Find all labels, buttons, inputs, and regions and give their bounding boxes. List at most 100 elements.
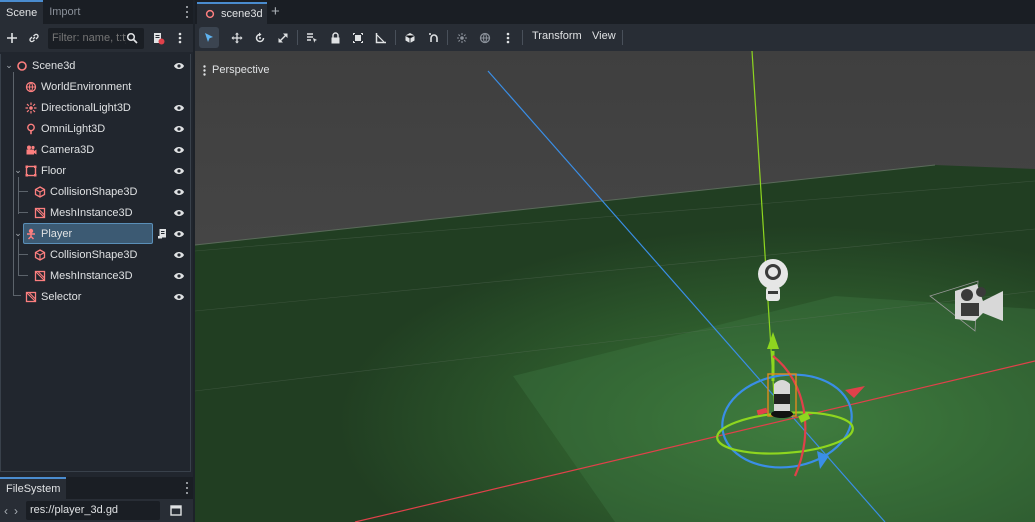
preview-environment-button[interactable] xyxy=(475,27,495,48)
tree-item-meshinstance3d[interactable]: MeshInstance3D xyxy=(1,265,190,286)
tree-item-label: Floor xyxy=(41,164,67,177)
mesh-instance-icon xyxy=(34,207,46,219)
transform-menu[interactable]: Transform xyxy=(532,30,582,42)
3d-viewport[interactable]: Perspective xyxy=(195,51,1035,522)
rotate-icon xyxy=(255,32,265,42)
perspective-menu[interactable]: Perspective xyxy=(203,61,269,79)
visibility-eye-icon[interactable] xyxy=(173,229,185,239)
tree-item-floor[interactable]: ⌄ Floor xyxy=(1,160,190,181)
dock-menu-icon[interactable] xyxy=(185,482,189,494)
tree-item-label: DirectionalLight3D xyxy=(41,101,131,114)
visibility-eye-icon[interactable] xyxy=(173,61,185,71)
local-space-button[interactable] xyxy=(400,27,420,48)
tree-item-collisionshape3d[interactable]: CollisionShape3D xyxy=(1,181,190,202)
viewport-toolbar: Transform View xyxy=(195,24,1035,51)
snap-icon xyxy=(429,32,438,42)
tree-item-label: Scene3d xyxy=(32,59,76,72)
tree-item-label: Camera3D xyxy=(41,143,95,156)
scene-toolbar xyxy=(0,24,193,52)
move-icon xyxy=(231,32,243,43)
back-arrow-icon[interactable]: ‹ xyxy=(4,504,8,518)
tab-scene[interactable]: Scene xyxy=(0,0,44,24)
move-mode-button[interactable] xyxy=(227,27,247,48)
collapse-arrow-icon[interactable]: ⌄ xyxy=(5,60,13,71)
node3d-icon xyxy=(17,61,27,71)
scale-mode-button[interactable] xyxy=(273,27,293,48)
visibility-eye-icon[interactable] xyxy=(173,187,185,197)
mesh-instance-icon xyxy=(34,270,46,282)
toggle-split-icon[interactable] xyxy=(170,505,182,516)
tree-item-player[interactable]: ⌄ Player xyxy=(1,223,190,244)
dock-menu-icon[interactable] xyxy=(185,6,189,18)
visibility-eye-icon[interactable] xyxy=(173,208,185,218)
ruler-icon xyxy=(375,32,386,43)
instance-scene-button[interactable] xyxy=(24,27,44,49)
environment-menu-button[interactable] xyxy=(498,27,518,48)
tree-item-label: WorldEnvironment xyxy=(41,80,132,93)
preview-sun-button[interactable] xyxy=(452,27,472,48)
tree-item-label: Selector xyxy=(41,290,82,303)
tree-guide-line xyxy=(18,275,28,276)
visibility-eye-icon[interactable] xyxy=(173,292,185,302)
view-menu[interactable]: View xyxy=(592,30,616,42)
script-icon xyxy=(153,32,164,44)
tab-filesystem[interactable]: FileSystem xyxy=(0,477,67,499)
add-tab-button[interactable]: + xyxy=(271,3,280,20)
visibility-eye-icon[interactable] xyxy=(173,250,185,260)
tree-item-meshinstance3d[interactable]: MeshInstance3D xyxy=(1,202,190,223)
list-select-button[interactable] xyxy=(302,27,322,48)
visibility-eye-icon[interactable] xyxy=(173,103,185,113)
tree-item-directionallight3d[interactable]: DirectionalLight3D xyxy=(1,97,190,118)
tree-item-label: MeshInstance3D xyxy=(50,206,133,219)
tree-item-camera3d[interactable]: Camera3D xyxy=(1,139,190,160)
tree-item-label: CollisionShape3D xyxy=(50,248,138,261)
toolbar-separator xyxy=(522,30,523,45)
add-node-button[interactable] xyxy=(2,27,22,49)
collapse-arrow-icon[interactable]: ⌄ xyxy=(14,165,22,176)
filesystem-dock-tabs: FileSystem xyxy=(0,477,193,499)
open-script-icon[interactable] xyxy=(157,228,168,239)
scene-menu-button[interactable] xyxy=(170,27,190,49)
tree-item-label: MeshInstance3D xyxy=(50,269,133,282)
visibility-eye-icon[interactable] xyxy=(173,271,185,281)
group-button[interactable] xyxy=(348,27,368,48)
toolbar-separator xyxy=(297,30,298,45)
tab-import[interactable]: Import xyxy=(43,0,86,24)
kebab-menu-icon xyxy=(178,32,182,44)
tab-scene3d[interactable]: scene3d xyxy=(197,2,267,24)
ruler-button[interactable] xyxy=(371,27,391,48)
static-body-icon xyxy=(25,165,37,177)
collision-shape-icon xyxy=(34,186,46,198)
rotate-mode-button[interactable] xyxy=(250,27,270,48)
lock-button[interactable] xyxy=(325,27,345,48)
tree-guide-line xyxy=(18,191,28,192)
tree-item-omnilight3d[interactable]: OmniLight3D xyxy=(1,118,190,139)
toolbar-separator xyxy=(395,30,396,45)
tree-item-worldenvironment[interactable]: WorldEnvironment xyxy=(1,76,190,97)
tree-item-selector[interactable]: Selector xyxy=(1,286,190,307)
collapse-arrow-icon[interactable]: ⌄ xyxy=(14,228,22,239)
forward-arrow-icon[interactable]: › xyxy=(14,504,18,518)
visibility-eye-icon[interactable] xyxy=(173,145,185,155)
omni-light-icon xyxy=(27,123,35,135)
sun-icon xyxy=(457,32,467,43)
select-mode-button[interactable] xyxy=(199,27,219,48)
character-body-icon xyxy=(27,228,35,240)
path-field[interactable]: res://player_3d.gd xyxy=(26,501,160,520)
collision-shape-icon xyxy=(34,249,46,261)
main-editor: scene3d + Transform View Perspective xyxy=(195,0,1035,522)
tree-item-collisionshape3d[interactable]: CollisionShape3D xyxy=(1,244,190,265)
tab-label: scene3d xyxy=(221,8,263,20)
visibility-eye-icon[interactable] xyxy=(173,124,185,134)
list-select-icon xyxy=(307,32,317,43)
filter-field[interactable] xyxy=(48,27,144,49)
directional-light-icon xyxy=(25,102,37,114)
attach-script-button[interactable] xyxy=(148,27,168,49)
visibility-eye-icon[interactable] xyxy=(173,166,185,176)
snap-button[interactable] xyxy=(423,27,443,48)
scene-dock-tabs: Scene Import xyxy=(0,0,193,24)
filter-input[interactable] xyxy=(52,32,126,44)
node3d-icon xyxy=(205,9,215,19)
mesh-instance-icon xyxy=(25,291,37,303)
tree-item-scene3d[interactable]: ⌄ Scene3d xyxy=(1,55,190,76)
